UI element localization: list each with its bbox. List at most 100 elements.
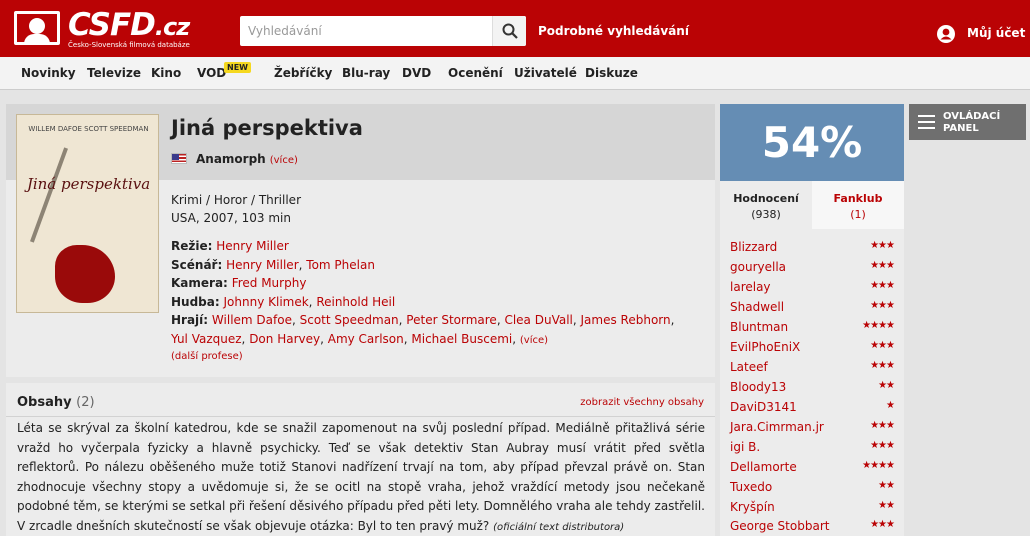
star-rating: ★★★: [870, 260, 895, 271]
show-all-plots-link[interactable]: zobrazit všechny obsahy: [580, 397, 704, 408]
plot-header: Obsahy (2) zobrazit všechny obsahy: [6, 383, 715, 417]
user-link[interactable]: Dellamorte: [730, 460, 797, 474]
crew-camera: Kamera: Fred Murphy: [171, 276, 307, 290]
list-item: Kryšpín ★★: [730, 497, 895, 517]
logo-person-icon: [14, 11, 60, 45]
plot-text: Léta se skrýval za školní katedrou, kde …: [17, 421, 705, 533]
list-item: Jara.Cimrman.jr ★★★: [730, 417, 895, 437]
nav-item-kino[interactable]: Kino: [151, 66, 181, 80]
cast-link[interactable]: Clea DuVall: [504, 313, 572, 327]
nav-item-dvd[interactable]: DVD: [402, 66, 431, 80]
star-rating: ★: [886, 400, 895, 411]
list-item: igi B. ★★★: [730, 437, 895, 457]
user-link[interactable]: gouryella: [730, 260, 786, 274]
user-link[interactable]: Jara.Cimrman.jr: [730, 420, 824, 434]
nav-item-novinky[interactable]: Novinky: [21, 66, 76, 80]
cast-link[interactable]: Peter Stormare: [406, 313, 497, 327]
star-rating: ★★: [878, 380, 895, 391]
logo-subtitle: Česko-Slovenská filmová databáze: [68, 41, 190, 49]
crew-cast: Hrají: Willem Dafoe, Scott Speedman, Pet…: [171, 313, 675, 346]
nav-item-diskuze[interactable]: Diskuze: [585, 66, 638, 80]
poster-title: Jiná perspektiva: [26, 175, 151, 193]
cast-link[interactable]: Yul Vazquez: [171, 332, 242, 346]
nav-item-zebricky[interactable]: Žebříčky: [274, 66, 332, 80]
user-link[interactable]: Shadwell: [730, 300, 784, 314]
list-item: Blizzard ★★★: [730, 237, 895, 257]
advanced-search-link[interactable]: Podrobné vyhledávání: [538, 24, 689, 38]
nav-item-uzivatele[interactable]: Uživatelé: [514, 66, 577, 80]
list-item: larelay ★★★: [730, 277, 895, 297]
tab-fanclub[interactable]: Fanklub (1): [812, 181, 904, 229]
film-crew: Režie: Henry Miller Scénář: Henry Miller…: [171, 237, 681, 350]
list-item: George Stobbart ★★★: [730, 516, 895, 536]
cast-link[interactable]: Don Harvey: [249, 332, 320, 346]
star-rating: ★★★: [870, 280, 895, 291]
crew-link[interactable]: Henry Miller: [216, 239, 289, 253]
user-link[interactable]: igi B.: [730, 440, 760, 454]
search-icon: [502, 23, 518, 39]
plot-title: Obsahy (2): [17, 395, 95, 410]
user-link[interactable]: DaviD3141: [730, 400, 797, 414]
more-professions-link[interactable]: (další profese): [171, 351, 243, 362]
star-rating: ★★★★: [862, 320, 895, 331]
plot-source: (oficiální text distributora): [493, 521, 625, 533]
vod-new-badge: NEW: [224, 62, 251, 73]
nav-item-oceneni[interactable]: Ocenění: [448, 66, 503, 80]
user-link[interactable]: Lateef: [730, 360, 768, 374]
star-rating: ★★★: [870, 300, 895, 311]
crew-link[interactable]: Fred Murphy: [232, 276, 307, 290]
film-poster[interactable]: WILLEM DAFOE SCOTT SPEEDMAN Jiná perspek…: [16, 114, 159, 313]
account-label: Můj účet: [967, 26, 1026, 40]
user-link[interactable]: Blizzard: [730, 240, 777, 254]
user-link[interactable]: Bloody13: [730, 380, 786, 394]
cast-link[interactable]: Michael Buscemi: [411, 332, 512, 346]
rating-box: 54%: [720, 104, 904, 181]
nav-item-bluray[interactable]: Blu-ray: [342, 66, 390, 80]
logo-text: CSFD.cz: [68, 7, 190, 43]
star-rating: ★★★: [870, 519, 895, 530]
star-rating: ★★★★: [862, 460, 895, 471]
cast-more-link[interactable]: (více): [520, 335, 548, 346]
film-origin: USA, 2007, 103 min: [171, 211, 291, 225]
cast-link[interactable]: James Rebhorn: [581, 313, 671, 327]
cast-link[interactable]: Amy Carlson: [328, 332, 404, 346]
search-box: [240, 16, 526, 46]
cast-link[interactable]: Scott Speedman: [300, 313, 399, 327]
star-rating: ★★★: [870, 340, 895, 351]
nav-item-televize[interactable]: Televize: [87, 66, 141, 80]
cast-link[interactable]: Willem Dafoe: [212, 313, 292, 327]
search-button[interactable]: [492, 16, 526, 46]
tab-ratings[interactable]: Hodnocení (938): [720, 181, 812, 229]
user-link[interactable]: EvilPhoEniX: [730, 340, 800, 354]
crew-music: Hudba: Johnny Klimek, Reinhold Heil: [171, 294, 396, 309]
crew-directing: Režie: Henry Miller: [171, 239, 289, 253]
nav-item-vod[interactable]: VOD: [197, 66, 226, 80]
list-item: Tuxedo ★★: [730, 477, 895, 497]
control-panel-button[interactable]: OVLÁDACÍ PANEL: [909, 104, 1026, 140]
original-title: Anamorph (více): [196, 152, 298, 166]
star-rating: ★★★: [870, 420, 895, 431]
search-input[interactable]: [240, 16, 492, 46]
top-bar: CSFD.cz Česko-Slovenská filmová databáze…: [0, 0, 1030, 57]
list-item: Bloody13 ★★: [730, 377, 895, 397]
star-rating: ★★★: [870, 440, 895, 451]
control-panel-label: OVLÁDACÍ PANEL: [943, 111, 1001, 134]
user-link[interactable]: George Stobbart: [730, 519, 829, 533]
star-rating: ★★: [878, 500, 895, 511]
plot-panel: Obsahy (2) zobrazit všechny obsahy Léta …: [6, 383, 715, 536]
crew-link[interactable]: Tom Phelan: [306, 258, 375, 272]
crew-link[interactable]: Johnny Klimek: [224, 295, 309, 309]
crew-link[interactable]: Reinhold Heil: [316, 295, 395, 309]
user-link[interactable]: Tuxedo: [730, 480, 772, 494]
film-info-panel: WILLEM DAFOE SCOTT SPEEDMAN Jiná perspek…: [6, 104, 715, 377]
site-logo[interactable]: CSFD.cz Česko-Slovenská filmová databáze: [14, 7, 190, 51]
original-title-more-link[interactable]: (více): [270, 155, 298, 166]
user-link[interactable]: Kryšpín: [730, 500, 775, 514]
user-link[interactable]: larelay: [730, 280, 771, 294]
list-item: DaviD3141 ★: [730, 397, 895, 417]
user-link[interactable]: Bluntman: [730, 320, 788, 334]
crew-screenplay: Scénář: Henry Miller, Tom Phelan: [171, 257, 375, 272]
hamburger-icon: [918, 115, 935, 129]
poster-actors: WILLEM DAFOE SCOTT SPEEDMAN: [28, 125, 149, 133]
crew-link[interactable]: Henry Miller: [226, 258, 299, 272]
